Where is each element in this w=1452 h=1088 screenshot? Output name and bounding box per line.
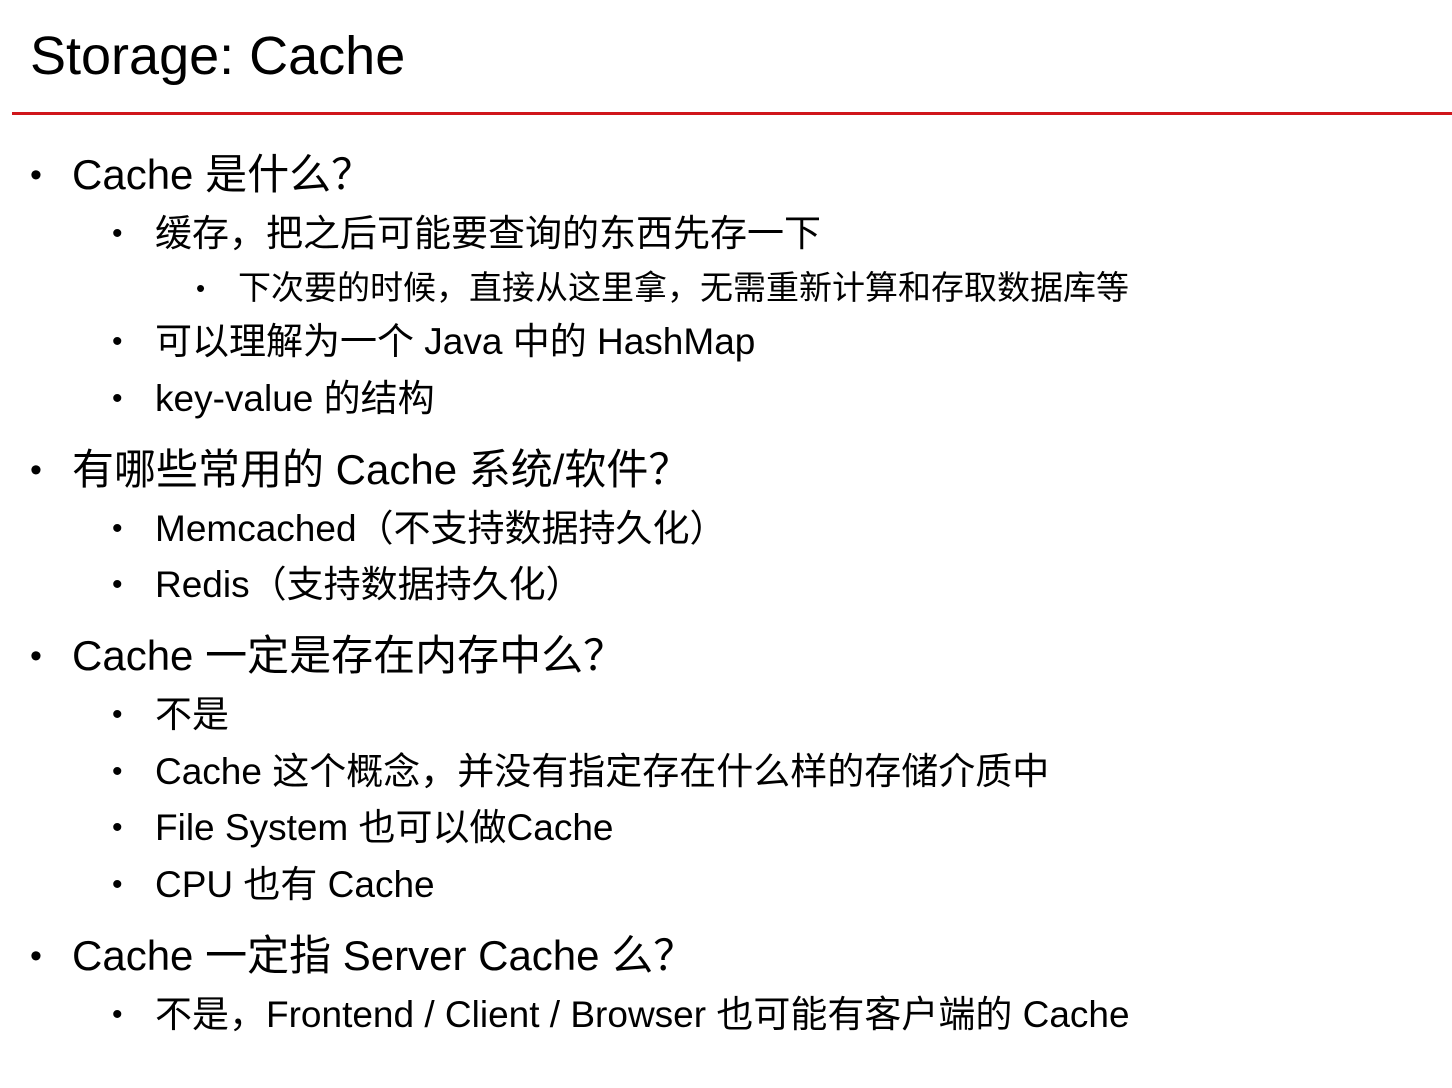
- bullet-text: Cache 一定指 Server Cache 么？: [72, 932, 696, 979]
- slide: Storage: Cache • Cache 是什么？ • 缓存，把之后可能要查…: [0, 0, 1452, 1088]
- bullet-icon: •: [112, 217, 123, 250]
- bullet-icon: •: [30, 937, 42, 975]
- bullet-item-l2: • File System 也可以做Cache: [0, 805, 1452, 851]
- bullet-text: key-value 的结构: [155, 378, 435, 419]
- bullet-item-l2: • key-value 的结构: [0, 376, 1452, 422]
- bullet-text: Memcached（不支持数据持久化）: [155, 508, 727, 549]
- bullet-item-l1: • Cache 一定是存在内存中么？: [0, 631, 1452, 681]
- bullet-item-l2: • 可以理解为一个 Java 中的 HashMap: [0, 319, 1452, 365]
- bullet-icon: •: [112, 868, 123, 901]
- bullet-text: Cache 这个概念，并没有指定存在什么样的存储介质中: [155, 751, 1050, 792]
- slide-title: Storage: Cache: [30, 26, 406, 86]
- bullet-icon: •: [112, 512, 123, 545]
- bullet-icon: •: [112, 325, 123, 358]
- bullet-text: 缓存，把之后可能要查询的东西先存一下: [155, 213, 821, 254]
- bullet-item-l2: • Cache 这个概念，并没有指定存在什么样的存储介质中: [0, 749, 1452, 795]
- bullet-item-l2: • 缓存，把之后可能要查询的东西先存一下: [0, 211, 1452, 257]
- bullet-text: 有哪些常用的 Cache 系统/软件？: [72, 446, 691, 493]
- bullet-text: File System 也可以做Cache: [155, 807, 614, 848]
- bullet-item-l2: • Redis（支持数据持久化）: [0, 562, 1452, 608]
- bullet-icon: •: [30, 156, 42, 194]
- bullet-icon: •: [30, 451, 42, 489]
- bullet-text: 不是，Frontend / Client / Browser 也可能有客户端的 …: [155, 994, 1130, 1035]
- bullet-item-l2: • Memcached（不支持数据持久化）: [0, 506, 1452, 552]
- bullet-item-l1: • Cache 是什么？: [0, 150, 1452, 200]
- bullet-text: 不是: [155, 694, 229, 735]
- bullet-icon: •: [112, 568, 123, 601]
- title-divider: [12, 112, 1452, 115]
- bullet-text: Cache 是什么？: [72, 151, 374, 198]
- bullet-icon: •: [30, 637, 42, 675]
- bullet-icon: •: [112, 698, 123, 731]
- bullet-icon: •: [196, 273, 206, 303]
- bullet-item-l1: • Cache 一定指 Server Cache 么？: [0, 931, 1452, 981]
- bullet-text: 可以理解为一个 Java 中的 HashMap: [155, 321, 756, 362]
- bullet-item-l2: • CPU 也有 Cache: [0, 862, 1452, 908]
- bullet-icon: •: [112, 755, 123, 788]
- bullet-icon: •: [112, 811, 123, 844]
- bullet-item-l3: • 下次要的时候，直接从这里拿，无需重新计算和存取数据库等: [0, 268, 1452, 308]
- bullet-item-l2: • 不是，Frontend / Client / Browser 也可能有客户端…: [0, 992, 1452, 1038]
- bullet-icon: •: [112, 382, 123, 415]
- bullet-item-l1: • 有哪些常用的 Cache 系统/软件？: [0, 445, 1452, 495]
- bullet-icon: •: [112, 998, 123, 1031]
- bullet-text: CPU 也有 Cache: [155, 864, 435, 905]
- bullet-text: Cache 一定是存在内存中么？: [72, 632, 626, 679]
- bullet-text: 下次要的时候，直接从这里拿，无需重新计算和存取数据库等: [238, 269, 1129, 306]
- bullet-item-l2: • 不是: [0, 692, 1452, 738]
- bullet-text: Redis（支持数据持久化）: [155, 564, 583, 605]
